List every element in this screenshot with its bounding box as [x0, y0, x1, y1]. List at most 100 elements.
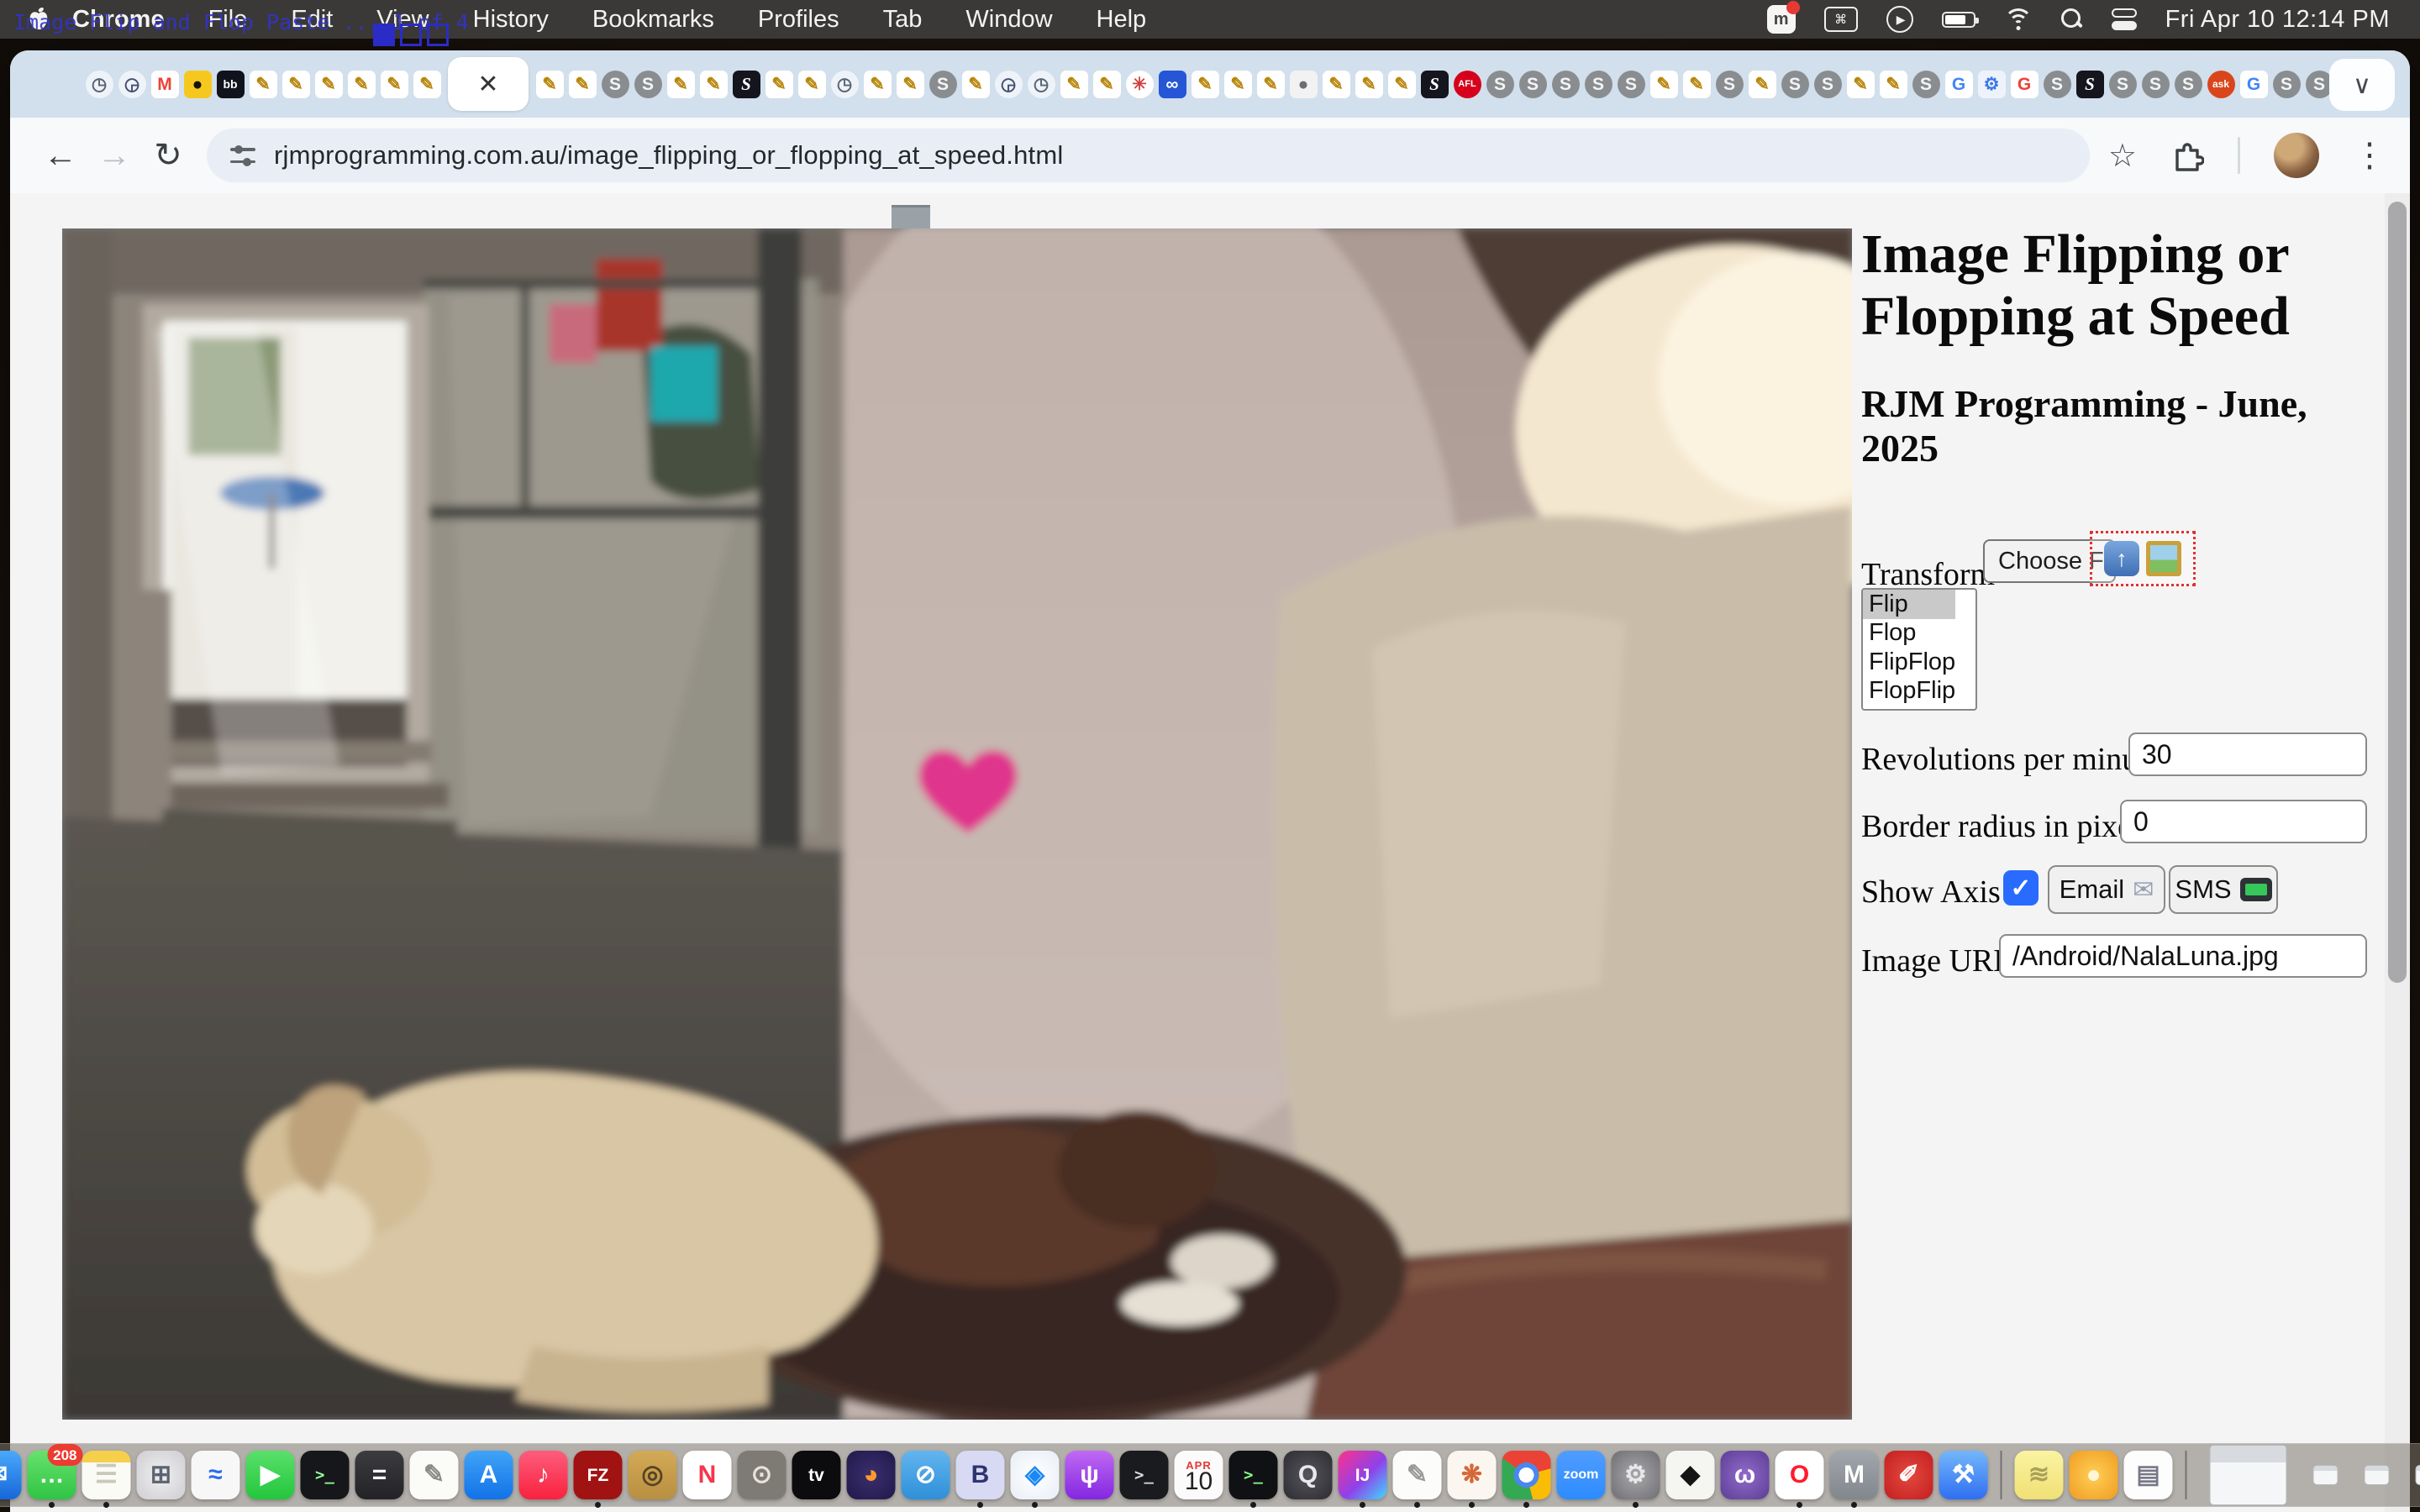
active-tab[interactable]: ✕ [448, 57, 529, 111]
site-settings-icon[interactable] [230, 143, 255, 168]
pinned-tab[interactable]: ✎ [666, 60, 696, 108]
reload-button[interactable]: ↻ [141, 136, 195, 175]
pinned-tab[interactable]: ◷ [829, 60, 860, 108]
iterm-dock-icon[interactable]: >_ [1229, 1451, 1278, 1499]
pinned-tab[interactable]: ✎ [1223, 60, 1253, 108]
pinned-tab[interactable]: ✎ [567, 60, 597, 108]
red-utility-dock-icon[interactable]: ✐ [1885, 1451, 1933, 1499]
extensions-icon[interactable] [2170, 139, 2204, 172]
paint-app-dock-icon[interactable]: ❋ [1448, 1451, 1497, 1499]
cat-app-dock-icon[interactable]: ω [1721, 1451, 1770, 1499]
control-center-icon[interactable] [2112, 8, 2137, 30]
option-flip[interactable]: Flip [1863, 590, 1955, 619]
pinned-tab[interactable]: ✎ [1354, 60, 1384, 108]
bookmark-star-icon[interactable]: ☆ [2108, 137, 2137, 175]
email-button[interactable]: Email✉ [2048, 865, 2165, 914]
transform-select[interactable]: Flip Flop FlipFlop FlopFlip [1861, 588, 1977, 711]
pinned-tab[interactable]: S [2107, 60, 2138, 108]
pinned-tab[interactable]: ✎ [1649, 60, 1679, 108]
calendar-dock-icon[interactable]: APR10 [1175, 1451, 1223, 1499]
filezilla-dock-icon[interactable]: FZ [574, 1451, 623, 1499]
tab-search-chevron[interactable]: ∨ [2329, 59, 2395, 111]
pinned-tab[interactable]: ✎ [960, 60, 991, 108]
pinned-tab[interactable]: ✎ [281, 60, 311, 108]
pinned-tab[interactable]: S [2042, 60, 2072, 108]
menu-item-help[interactable]: Help [1097, 6, 1147, 34]
pinned-tab[interactable]: S [928, 60, 958, 108]
minimized-print-dialog[interactable] [2210, 1445, 2287, 1505]
safari-dock-icon[interactable]: ◈ [1011, 1451, 1060, 1499]
bbedit-dock-icon[interactable]: B [956, 1451, 1005, 1499]
menu-item-bookmarks[interactable]: Bookmarks [592, 6, 714, 34]
mail-dock-icon[interactable]: ✉ [0, 1451, 22, 1499]
xcode-dock-icon[interactable]: ⚒ [1939, 1451, 1988, 1499]
pinned-tab[interactable]: ✎ [1190, 60, 1220, 108]
pinned-tab[interactable]: ✎ [1092, 60, 1122, 108]
inkscape-dock-icon[interactable]: ◆ [1666, 1451, 1715, 1499]
pinned-tab[interactable]: G [1944, 60, 1974, 108]
pinned-tab[interactable]: bb [215, 60, 245, 108]
pinned-tab[interactable]: S [1616, 60, 1646, 108]
pinned-tab[interactable]: ✎ [1255, 60, 1286, 108]
sms-button[interactable]: SMS [2169, 865, 2278, 914]
pinned-tab[interactable]: S [1812, 60, 1843, 108]
pinned-tab[interactable]: G [2009, 60, 2039, 108]
pinned-tab[interactable]: ⚙ [1976, 60, 2007, 108]
option-flopflip[interactable]: FlopFlip [1863, 677, 1975, 706]
opera-dock-icon[interactable]: O [1776, 1451, 1824, 1499]
pinned-tab[interactable]: ◷ [1026, 60, 1056, 108]
url-text[interactable]: rjmprogramming.com.au/image_flipping_or_… [274, 140, 1063, 171]
pinned-tab[interactable]: ✎ [1386, 60, 1417, 108]
pinned-tab[interactable]: AFL [1452, 60, 1482, 108]
battery-icon[interactable] [1942, 12, 1975, 28]
page-scrollbar[interactable] [2385, 193, 2410, 1512]
pinned-tab[interactable]: S [1419, 60, 1449, 108]
system-settings-dock-icon[interactable]: ⚙ [1612, 1451, 1660, 1499]
preview-app-dock-icon[interactable]: ▤ [2124, 1451, 2173, 1499]
pinned-tab[interactable]: ✎ [797, 60, 827, 108]
tab-close-icon[interactable]: ✕ [477, 70, 498, 99]
back-button[interactable]: ← [34, 137, 87, 175]
pinned-tab[interactable]: G [2238, 60, 2269, 108]
pinned-tab[interactable]: ✎ [698, 60, 729, 108]
pinned-tab[interactable]: ✎ [412, 60, 442, 108]
music-dock-icon[interactable]: ♪ [519, 1451, 568, 1499]
image-url-input[interactable] [1999, 934, 2367, 978]
pinned-tab[interactable]: ● [182, 60, 213, 108]
pinned-tab[interactable]: ✎ [1059, 60, 1089, 108]
podcasts-dock-icon[interactable]: ψ [1065, 1451, 1114, 1499]
pinned-tab[interactable]: ✎ [1747, 60, 1777, 108]
terminal-dock-icon[interactable]: >_ [301, 1451, 350, 1499]
keyboard-shortcut-icon[interactable]: ⌘ [1824, 7, 1858, 32]
pinned-tab[interactable]: M [150, 60, 180, 108]
firefox-dock-icon[interactable]: ◕ [847, 1451, 896, 1499]
pinned-tab[interactable]: ✳ [1124, 60, 1155, 108]
pinned-tab[interactable]: ✎ [313, 60, 344, 108]
pinned-tab[interactable]: ∞ [1157, 60, 1187, 108]
pinned-tab[interactable]: ● [1288, 60, 1318, 108]
stickies-dock-icon[interactable]: ≋ [2015, 1451, 2064, 1499]
notification-app-icon[interactable]: m [1767, 5, 1796, 34]
menu-item-file[interactable]: File [208, 6, 248, 34]
pinned-tab[interactable]: S [1714, 60, 1744, 108]
minimized-window[interactable] [2365, 1465, 2390, 1485]
pinned-tab[interactable]: S [2173, 60, 2203, 108]
menu-item-tab[interactable]: Tab [883, 6, 923, 34]
menu-bar-clock[interactable]: Fri Apr 10 12:14 PM [2165, 6, 2390, 34]
menu-item-edit[interactable]: Edit [291, 6, 333, 34]
pinned-tab[interactable]: ✎ [1845, 60, 1876, 108]
pinned-tab[interactable]: S [1780, 60, 1810, 108]
pinned-tab[interactable]: ✎ [862, 60, 892, 108]
option-flipflop[interactable]: FlipFlop [1863, 648, 1975, 677]
address-bar[interactable]: rjmprogramming.com.au/image_flipping_or_… [207, 129, 2090, 182]
quicktime-dock-icon[interactable]: Q [1284, 1451, 1333, 1499]
messages-dock-icon[interactable]: …208 [28, 1451, 76, 1499]
pinned-tab[interactable]: ✎ [346, 60, 376, 108]
launchpad-dock-icon[interactable]: ⊞ [137, 1451, 186, 1499]
play-status-icon[interactable]: ▶ [1886, 6, 1913, 33]
apple-tv-dock-icon[interactable]: tv [792, 1451, 841, 1499]
intellij-idea-dock-icon[interactable]: IJ [1339, 1451, 1387, 1499]
mamp-dock-icon[interactable]: M [1830, 1451, 1879, 1499]
wifi-icon[interactable] [2004, 8, 2033, 30]
pinned-tab[interactable]: ✎ [248, 60, 278, 108]
